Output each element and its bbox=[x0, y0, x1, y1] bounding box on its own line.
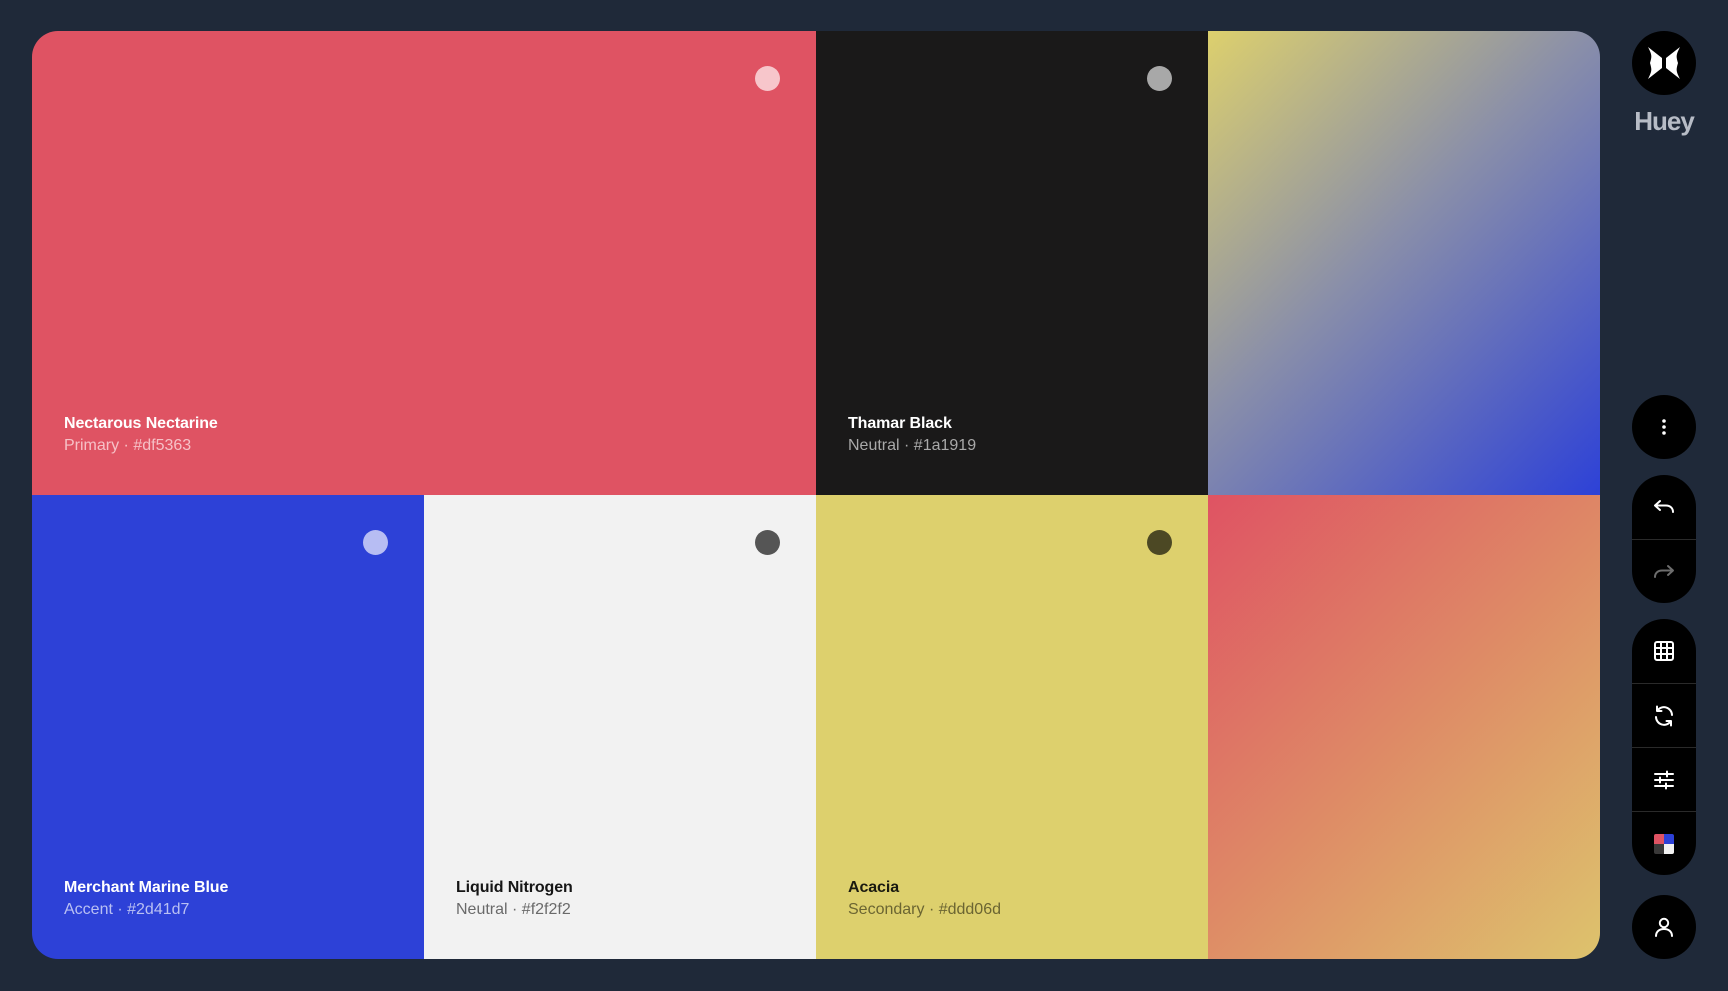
swatch-liquid-nitrogen[interactable]: Liquid Nitrogen Neutral · #f2f2f2 bbox=[424, 495, 816, 959]
swatch-role-hex: Secondary · #ddd06d bbox=[848, 901, 1001, 918]
swatch-dot[interactable] bbox=[363, 530, 388, 555]
gradient-preview-red-yellow bbox=[1208, 495, 1600, 959]
palette-board: Nectarous Nectarine Primary · #df5363 Th… bbox=[32, 31, 1600, 959]
grid-view-button[interactable] bbox=[1632, 619, 1696, 683]
swatch-name: Thamar Black bbox=[848, 415, 952, 432]
swatch-role-hex: Neutral · #1a1919 bbox=[848, 437, 977, 454]
palette-swatch-icon bbox=[1654, 833, 1674, 854]
butterfly-logo-icon[interactable] bbox=[1632, 31, 1696, 95]
swatch-role-hex: Primary · #df5363 bbox=[64, 437, 192, 454]
swatch-name: Acacia bbox=[848, 879, 899, 896]
more-menu-group bbox=[1632, 395, 1696, 459]
account-group bbox=[1632, 895, 1696, 959]
right-toolbar: Huey bbox=[1632, 0, 1696, 991]
refresh-icon bbox=[1655, 705, 1673, 726]
regenerate-button[interactable] bbox=[1632, 683, 1696, 747]
sliders-icon bbox=[1654, 770, 1674, 789]
swatch-role-hex: Neutral · #f2f2f2 bbox=[456, 901, 571, 918]
swatch-dot[interactable] bbox=[1147, 66, 1172, 91]
redo-icon bbox=[1654, 564, 1674, 578]
swatch-acacia[interactable]: Acacia Secondary · #ddd06d bbox=[816, 495, 1208, 959]
swatch-role-hex: Accent · #2d41d7 bbox=[64, 901, 190, 918]
grid-icon bbox=[1654, 641, 1674, 661]
swatch-dot[interactable] bbox=[1147, 530, 1172, 555]
brand-name: Huey bbox=[1634, 106, 1695, 136]
palette-preview-button[interactable] bbox=[1632, 811, 1696, 875]
undo-icon bbox=[1654, 500, 1674, 513]
more-options-button[interactable] bbox=[1632, 395, 1696, 459]
swatch-dot[interactable] bbox=[755, 530, 780, 555]
swatch-merchant-marine-blue[interactable]: Merchant Marine Blue Accent · #2d41d7 bbox=[32, 495, 424, 959]
tools-group bbox=[1632, 619, 1696, 875]
user-icon bbox=[1655, 917, 1673, 937]
swatch-dot[interactable] bbox=[755, 66, 780, 91]
swatch-name: Merchant Marine Blue bbox=[64, 879, 229, 896]
account-button[interactable] bbox=[1632, 895, 1696, 959]
history-group bbox=[1632, 475, 1696, 603]
undo-button[interactable] bbox=[1632, 475, 1696, 539]
swatch-thamar-black[interactable]: Thamar Black Neutral · #1a1919 bbox=[816, 31, 1208, 495]
swatch-name: Liquid Nitrogen bbox=[456, 879, 573, 896]
swatch-nectarous-nectarine[interactable]: Nectarous Nectarine Primary · #df5363 bbox=[32, 31, 816, 495]
gradient-preview-yellow-blue bbox=[1208, 31, 1600, 495]
adjustments-button[interactable] bbox=[1632, 747, 1696, 811]
more-vertical-icon bbox=[1662, 419, 1666, 435]
redo-button[interactable] bbox=[1632, 539, 1696, 603]
swatch-name: Nectarous Nectarine bbox=[64, 415, 218, 432]
